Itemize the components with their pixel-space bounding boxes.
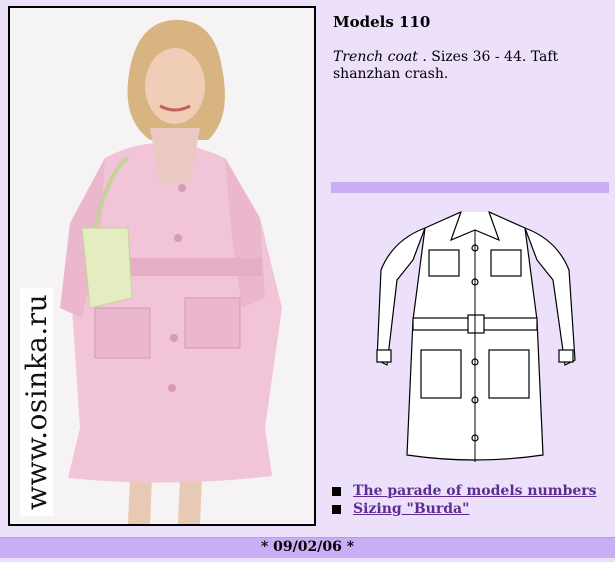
related-links: The parade of models numbers Sizing "Bur… — [332, 482, 597, 518]
technical-sketch — [376, 211, 576, 462]
sizing-burda-link[interactable]: Sizing "Burda" — [353, 501, 469, 517]
garment-name: Trench coat — [333, 49, 418, 65]
model-photo-illustration — [10, 8, 314, 524]
footer-date: * 09/02/06 * — [260, 539, 355, 555]
models-parade-link[interactable]: The parade of models numbers — [353, 483, 597, 499]
related-link-item: The parade of models numbers — [332, 482, 597, 500]
model-title: Models 110 — [333, 13, 431, 31]
model-photo: www.osinka.ru — [8, 6, 316, 526]
photo-watermark: www.osinka.ru — [20, 287, 53, 516]
bullet-square-icon — [332, 486, 341, 496]
related-link-item: Sizing "Burda" — [332, 500, 597, 518]
divider-band — [331, 182, 609, 193]
bullet-square-icon — [332, 504, 341, 514]
model-description: Trench coat . Sizes 36 - 44. Taft shanzh… — [333, 49, 605, 83]
